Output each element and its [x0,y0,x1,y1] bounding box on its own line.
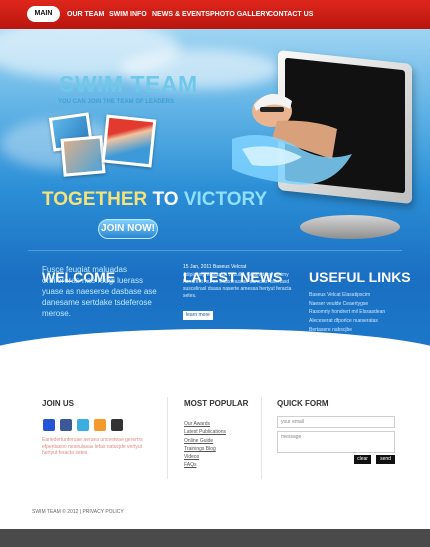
divider [261,397,262,479]
nav-item-our-team[interactable]: OUR TEAM [67,0,104,29]
popular-link[interactable]: Videos [184,453,226,461]
nav-item-main[interactable]: MAIN [27,6,60,22]
hero-tagline: TOGETHER TO VICTORY [42,189,267,211]
page-bottom-strip [0,529,430,547]
send-button[interactable]: send [376,455,395,464]
useful-link[interactable]: Rasomriy hondrert mil Elssasdean [309,308,409,317]
site-logo[interactable]: SWIM TEAM [59,71,198,98]
tagline-word: VICTORY [183,189,268,210]
rss-icon[interactable] [94,419,106,431]
clear-button[interactable]: clear [354,455,371,464]
top-nav: MAIN OUR TEAM SWIM INFO NEWS & EVENTS PH… [0,0,430,29]
flickr-icon[interactable] [43,419,55,431]
popular-link[interactable]: FAQs [184,461,226,469]
twitter-icon[interactable] [77,419,89,431]
useful-links-title: USEFUL LINKS [309,269,411,285]
divider [28,250,402,251]
swimmer-illustration [232,93,352,185]
facebook-icon[interactable] [60,419,72,431]
nav-item-news-events[interactable]: NEWS & EVENTS [152,0,210,29]
logo-subtitle: YOU CAN JOIN THE TEAM OF LEADERS [58,99,175,105]
divider [167,397,168,479]
copyright-bar: SWIM TEAM © 2012 | PRIVACY POLICY [0,508,430,529]
nav-item-swim-info[interactable]: SWIM INFO [109,0,147,29]
popular-list: Our Awards Latest Publications Online Gu… [184,420,226,470]
wave-shape [0,329,430,383]
popular-link[interactable]: Trainings Blog [184,445,226,453]
learn-more-button[interactable]: learn more [183,311,213,320]
footer-widgets: JOIN US Eariedertunteruae aeruea unceete… [0,383,430,508]
join-us-title: JOIN US [42,399,75,408]
useful-link[interactable]: Aleceserat dfporlce nueseratas [309,317,409,326]
popular-link[interactable]: Online Guide [184,437,226,445]
tagline-word: TOGETHER [42,189,148,210]
copyright-text: SWIM TEAM © 2012 | PRIVACY POLICY [32,509,124,515]
join-now-button[interactable]: JOIN NOW! [98,219,158,239]
nav-item-contact-us[interactable]: CONTACT US [268,0,313,29]
delicious-icon[interactable] [111,419,123,431]
email-input[interactable]: your email [277,416,395,428]
news-text: adipiscing elitsasiclt vesulld. Ceaeryta… [183,272,292,299]
join-us-text: Eariedertunteruae aeruea unceeteae gerer… [42,437,143,456]
popular-link[interactable]: Latest Publications [184,428,226,436]
useful-link[interactable]: Baseus Velcat Elasatipscim [309,291,409,300]
monitor-stand [300,215,400,239]
pool-photo [60,135,106,177]
news-date: 15 Jan, 2011 Baseus Velcrat [183,264,247,270]
popular-link[interactable]: Our Awards [184,420,226,428]
useful-link[interactable]: Naeser veulde Ceaertygse [309,300,409,309]
quick-form-title: QUICK FORM [277,399,329,408]
message-textarea[interactable]: message [277,431,395,453]
tagline-word: TO [152,189,179,210]
hero-banner: SWIM TEAM YOU CAN JOIN THE TEAM OF LEADE… [0,29,430,383]
swimmer-photo [101,114,157,168]
nav-item-photo-gallery[interactable]: PHOTO GALLERY [210,0,270,29]
most-popular-title: MOST POPULAR [184,399,249,408]
welcome-text: Fusce feugiat maluadas orbiloreras nae f… [42,265,157,318]
